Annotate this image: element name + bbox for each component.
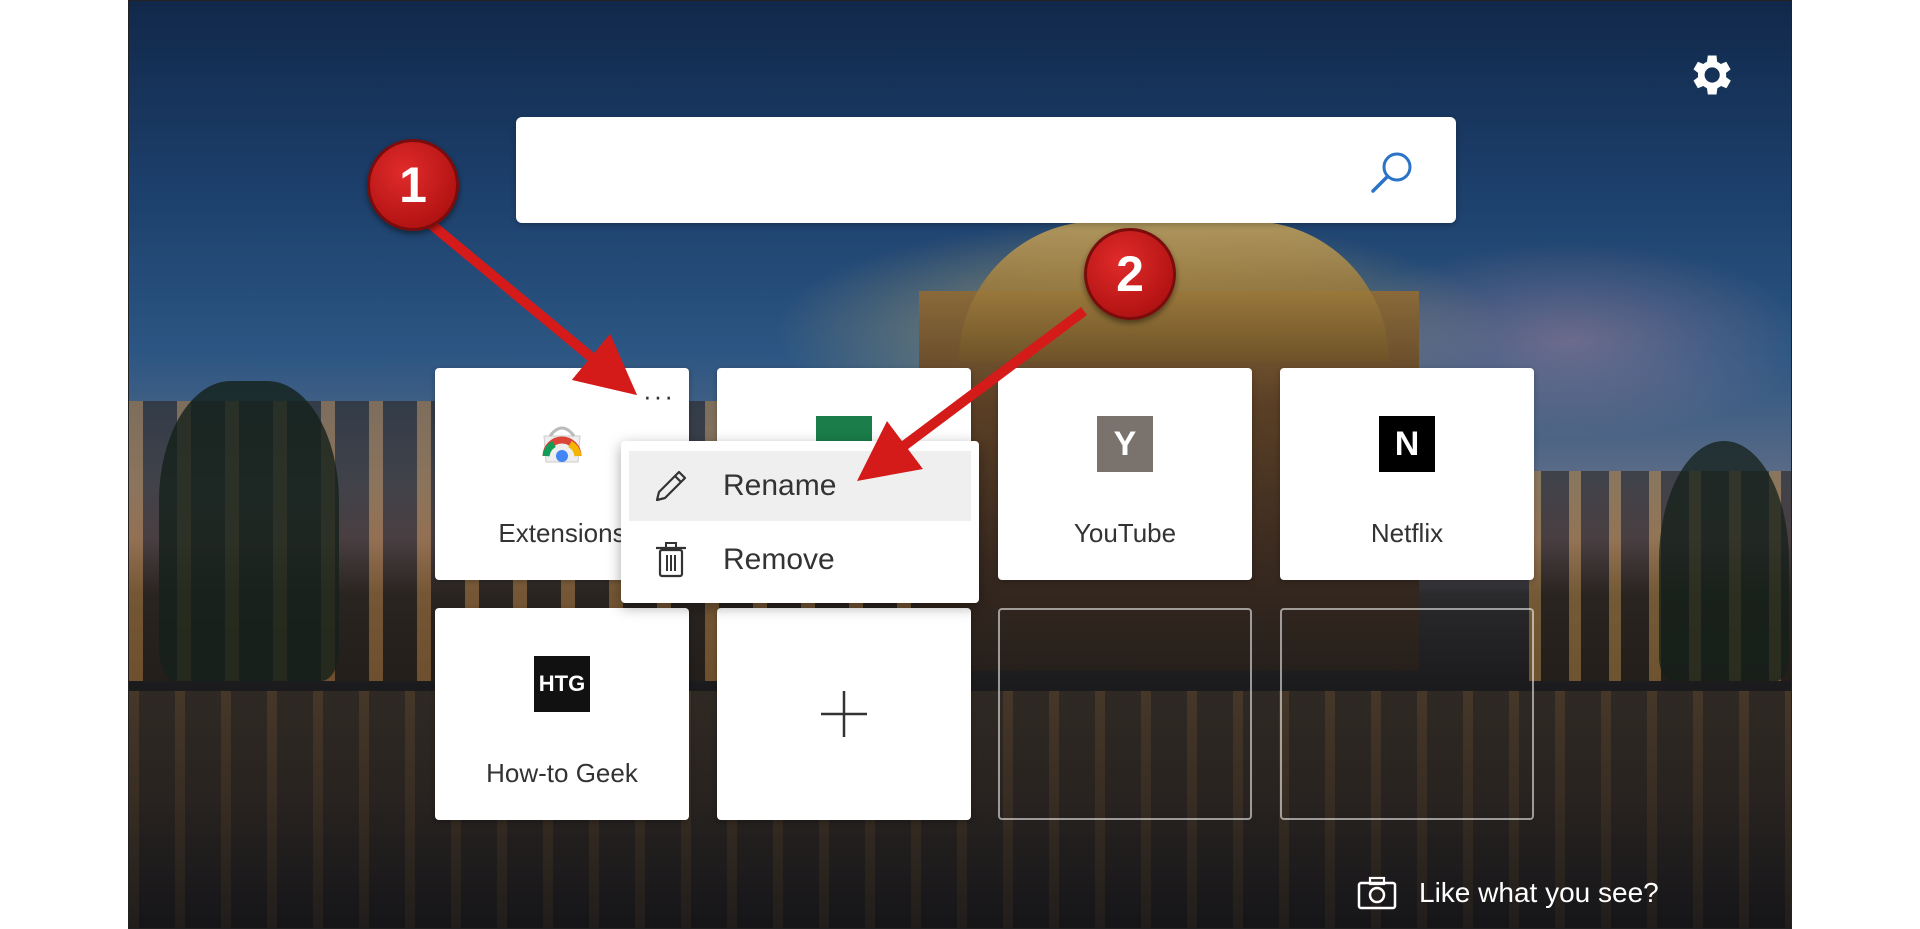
gear-icon — [1693, 55, 1731, 95]
annotation-badge-2: 2 — [1084, 228, 1176, 320]
netflix-logo-icon: N — [1379, 416, 1435, 472]
empty-tile-slot — [998, 608, 1252, 820]
annotation-badge-1: 1 — [367, 139, 459, 231]
tile-label: How-to Geek — [486, 758, 638, 788]
pencil-icon — [655, 470, 687, 502]
tile-netflix[interactable]: N Netflix — [1280, 368, 1534, 580]
search-input[interactable] — [542, 141, 1342, 199]
menu-item-remove[interactable]: Remove — [629, 525, 971, 595]
add-site-tile[interactable] — [717, 608, 971, 820]
background-trees-right — [1659, 441, 1789, 681]
empty-tile-slot — [1280, 608, 1534, 820]
menu-item-label: Rename — [723, 469, 837, 502]
search-icon[interactable] — [1368, 147, 1418, 197]
chrome-web-store-icon — [542, 426, 582, 463]
tile-youtube[interactable]: Y YouTube — [998, 368, 1252, 580]
tile-context-menu: Rename Remove — [621, 441, 979, 603]
htg-logo-icon: HTG — [534, 656, 590, 712]
like-what-you-see-button[interactable]: Like what you see? — [1357, 873, 1659, 913]
menu-item-label: Remove — [723, 543, 835, 576]
background-trees-left — [159, 381, 339, 681]
footer-label: Like what you see? — [1419, 877, 1659, 908]
menu-item-rename[interactable]: Rename — [629, 451, 971, 521]
camera-icon — [1357, 876, 1397, 910]
tile-more-options-button[interactable]: ··· — [643, 383, 675, 409]
tile-label: YouTube — [1073, 518, 1177, 548]
annotation-arrow-1 — [411, 207, 638, 396]
youtube-logo-icon: Y — [1097, 416, 1153, 472]
tile-how-to-geek[interactable]: HTG How-to Geek — [435, 608, 689, 820]
search-box[interactable] — [516, 117, 1456, 223]
new-tab-page: ··· Extensions Y YouTube N Netflix HTG H… — [128, 0, 1792, 929]
settings-button[interactable] — [1684, 49, 1736, 101]
add-icon — [821, 691, 867, 737]
trash-icon — [656, 542, 686, 578]
background-dome — [959, 221, 1389, 361]
tile-label: Netflix — [1370, 518, 1444, 548]
